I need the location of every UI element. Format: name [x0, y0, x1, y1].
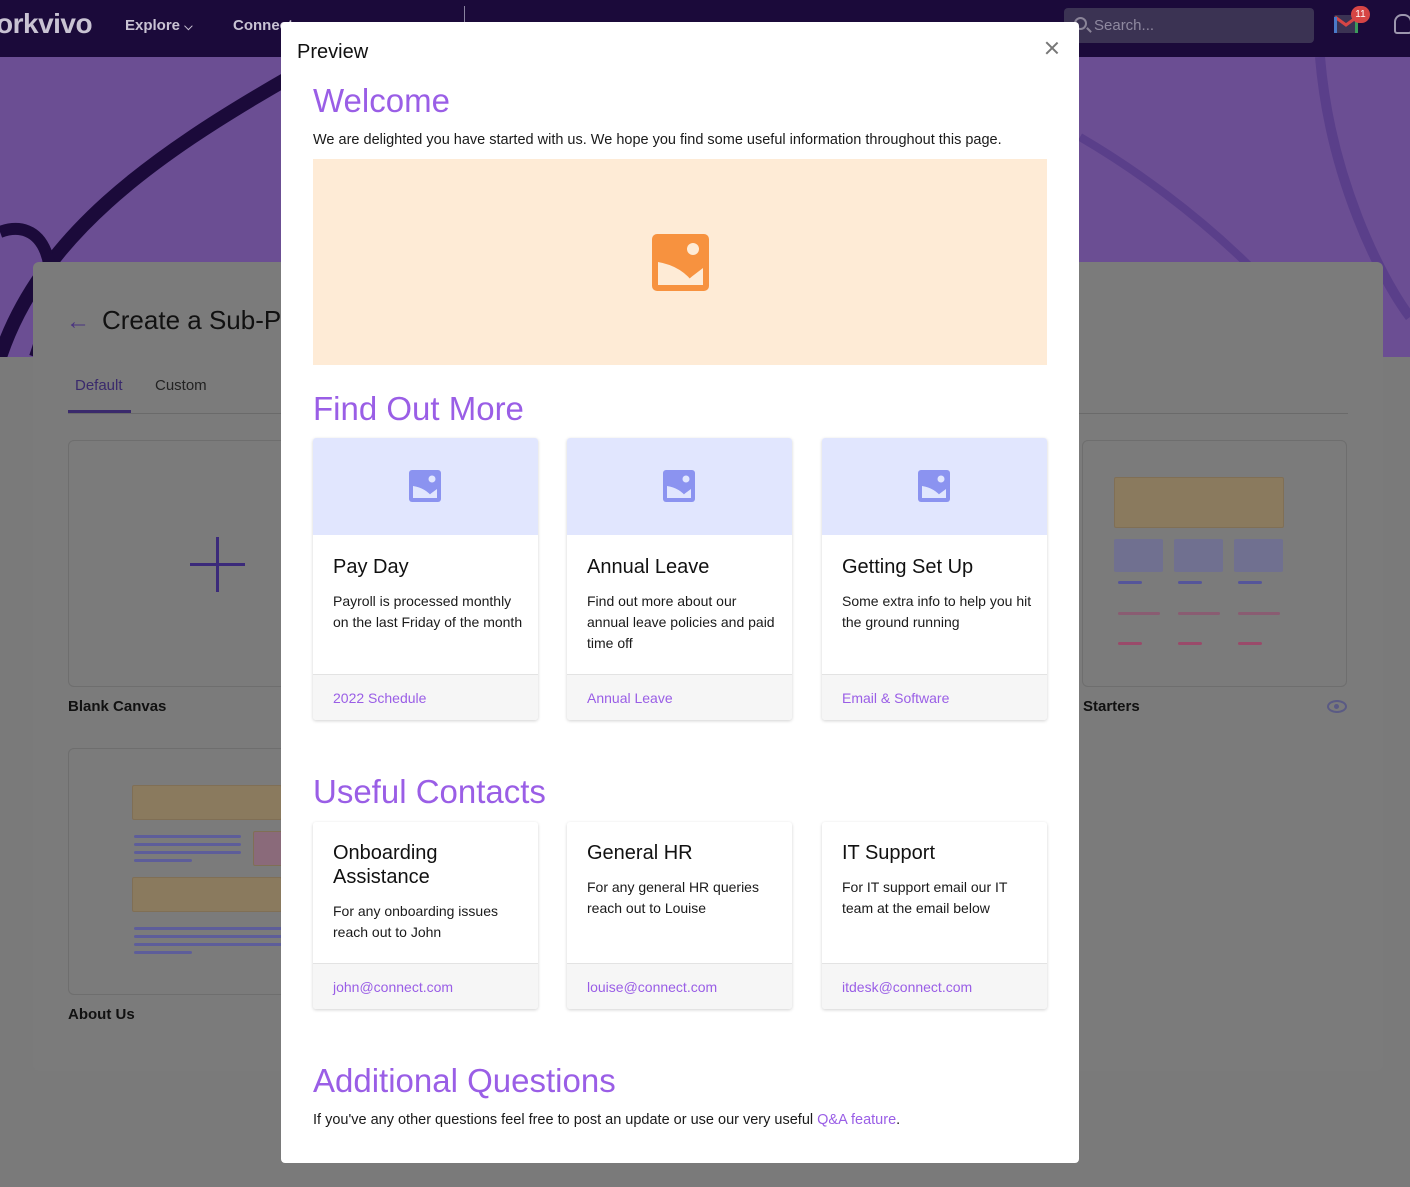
template-label-starters: Starters: [1083, 698, 1140, 715]
tab-custom[interactable]: Custom: [155, 377, 207, 394]
contact-card-general-hr: General HR For any general HR queries re…: [567, 822, 792, 1009]
card-link[interactable]: Annual Leave: [587, 690, 673, 706]
info-card-annual-leave: Annual Leave Find out more about our ann…: [567, 438, 792, 720]
mini-line: [1118, 642, 1142, 645]
plus-icon: [190, 537, 245, 592]
welcome-heading: Welcome: [313, 82, 450, 119]
welcome-text: We are delighted you have started with u…: [313, 132, 1002, 148]
card-description: Some extra info to help you hit the grou…: [842, 593, 1032, 630]
template-label-about-us: About Us: [68, 1006, 135, 1023]
card-title: General HR: [587, 842, 693, 864]
card-footer: Annual Leave: [567, 674, 792, 720]
mini-line: [134, 851, 241, 854]
image-icon: [918, 470, 950, 502]
contact-card-it-support: IT Support For IT support email our IT t…: [822, 822, 1047, 1009]
app-logo[interactable]: orkvivo: [0, 8, 93, 40]
mini-line: [1178, 612, 1220, 615]
nav-explore[interactable]: Explore ⌵: [125, 17, 193, 34]
mini-image-block: [132, 785, 282, 820]
info-card-getting-set-up: Getting Set Up Some extra info to help y…: [822, 438, 1047, 720]
card-link[interactable]: 2022 Schedule: [333, 690, 426, 706]
preview-modal: Preview Welcome We are delighted you hav…: [281, 22, 1079, 1163]
card-thumbnail: [313, 438, 538, 535]
image-icon: [409, 470, 441, 502]
card-title: IT Support: [842, 842, 936, 864]
search-input[interactable]: [1094, 8, 1304, 43]
close-icon[interactable]: [1043, 39, 1061, 57]
qa-feature-link[interactable]: Q&A feature: [817, 1112, 896, 1128]
additional-text-after: .: [896, 1112, 901, 1128]
template-blank-canvas[interactable]: [68, 440, 308, 687]
mini-line: [134, 859, 192, 862]
mini-line: [1238, 642, 1262, 645]
additional-questions-heading: Additional Questions: [313, 1062, 616, 1099]
mini-card: [1174, 539, 1223, 572]
mini-line: [1178, 642, 1202, 645]
card-description: Payroll is processed monthly on the last…: [333, 593, 523, 630]
mini-line: [134, 843, 241, 846]
eye-icon[interactable]: [1327, 700, 1347, 713]
card-footer: john@connect.com: [313, 963, 538, 1009]
card-thumbnail: [567, 438, 792, 535]
email-link[interactable]: louise@connect.com: [587, 979, 717, 995]
mini-line: [134, 943, 282, 946]
card-description: For any onboarding issues reach out to J…: [333, 903, 498, 940]
mini-line: [1238, 612, 1280, 615]
card-footer: Email & Software: [822, 674, 1047, 720]
card-title: Pay Day: [333, 556, 409, 578]
mini-image-block: [1114, 477, 1284, 528]
find-out-more-heading: Find Out More: [313, 390, 524, 427]
mini-line: [1178, 581, 1202, 584]
card-footer: louise@connect.com: [567, 963, 792, 1009]
card-footer: 2022 Schedule: [313, 674, 538, 720]
bell-icon[interactable]: [1394, 14, 1410, 34]
mini-line: [134, 951, 192, 954]
additional-questions-text: If you've any other questions feel free …: [313, 1112, 900, 1128]
card-title: Annual Leave: [587, 556, 710, 578]
card-description: Find out more about our annual leave pol…: [587, 593, 775, 651]
notification-badge: 11: [1351, 6, 1370, 23]
mini-line: [1238, 581, 1262, 584]
card-description: For IT support email our IT team at the …: [842, 879, 1008, 916]
mini-line: [1118, 612, 1160, 615]
contact-card-onboarding: Onboarding Assistance For any onboarding…: [313, 822, 538, 1009]
email-link[interactable]: itdesk@connect.com: [842, 979, 972, 995]
back-arrow-icon[interactable]: ←: [66, 308, 90, 336]
template-label-blank-canvas: Blank Canvas: [68, 698, 167, 715]
card-thumbnail: [822, 438, 1047, 535]
useful-contacts-heading: Useful Contacts: [313, 773, 546, 810]
mini-image-block: [253, 831, 283, 866]
email-link[interactable]: john@connect.com: [333, 979, 453, 995]
search-box[interactable]: [1064, 8, 1314, 43]
card-link[interactable]: Email & Software: [842, 690, 949, 706]
mini-line: [1118, 581, 1142, 584]
mini-line: [134, 835, 241, 838]
mini-line: [134, 927, 282, 930]
card-description: For any general HR queries reach out to …: [587, 879, 759, 916]
mini-line: [134, 935, 282, 938]
card-title: Onboarding Assistance: [333, 842, 438, 888]
image-placeholder: [313, 159, 1047, 365]
additional-text-before: If you've any other questions feel free …: [313, 1112, 818, 1128]
card-footer: itdesk@connect.com: [822, 963, 1047, 1009]
chevron-down-icon: ⌵: [184, 21, 193, 33]
mini-image-block: [132, 877, 282, 912]
mini-card: [1114, 539, 1163, 572]
card-title: Getting Set Up: [842, 556, 974, 578]
mini-card: [1234, 539, 1283, 572]
modal-title: Preview: [297, 41, 369, 63]
image-icon: [663, 470, 695, 502]
info-card-pay-day: Pay Day Payroll is processed monthly on …: [313, 438, 538, 720]
tab-default[interactable]: Default: [75, 377, 123, 394]
image-icon: [652, 234, 709, 291]
